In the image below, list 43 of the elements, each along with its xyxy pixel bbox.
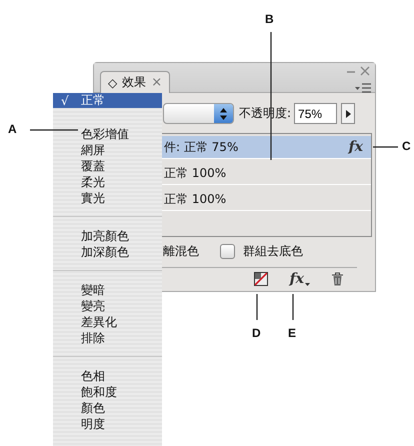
menu-item[interactable]: √ 正常: [53, 93, 162, 108]
close-icon[interactable]: [360, 66, 370, 76]
blend-mode-dropdown[interactable]: [163, 103, 234, 124]
option-label: 群組去底色: [243, 242, 303, 260]
leader-line: [372, 146, 399, 148]
callout-letter: B: [265, 12, 274, 26]
menu-item[interactable]: 加深顏色: [53, 244, 162, 260]
menu-item[interactable]: 排除: [53, 330, 162, 346]
callout-letter: A: [8, 122, 17, 136]
opacity-slider-button[interactable]: [341, 103, 356, 124]
menu-item[interactable]: 顏色: [53, 400, 162, 416]
triangle-icon: [346, 110, 351, 118]
leader-line: [29, 129, 79, 131]
leader-line: [292, 293, 294, 321]
trash-icon[interactable]: [332, 272, 343, 286]
menu-item[interactable]: 明度: [53, 416, 162, 432]
tab-label: 效果: [122, 74, 146, 91]
clear-effects-icon[interactable]: [254, 272, 268, 286]
stepper-icon: [220, 108, 227, 120]
panel-tab[interactable]: ◇ 效果 ×: [100, 71, 170, 93]
option-label: 離混色: [163, 242, 199, 260]
caret-icon: [305, 283, 310, 288]
menu-item[interactable]: 色相: [53, 368, 162, 384]
menu-item[interactable]: 飽和度: [53, 384, 162, 400]
menu-item[interactable]: 差異化: [53, 314, 162, 330]
tab-close-button[interactable]: ×: [151, 75, 162, 90]
row-label: 正常 100%: [164, 164, 228, 182]
check-mark: √: [61, 94, 69, 108]
menu-item[interactable]: 變暗: [53, 282, 162, 298]
callout-letter: E: [288, 326, 296, 340]
row-label: 正常 100%: [164, 190, 228, 208]
fx-button[interactable]: fx: [290, 271, 310, 288]
callout-letter: D: [252, 326, 261, 340]
checkbox[interactable]: [220, 244, 235, 259]
leader-line: [256, 293, 258, 321]
fx-label: fx: [348, 139, 363, 155]
panel-menu-icon[interactable]: [355, 83, 371, 93]
opacity-field[interactable]: 75%: [294, 103, 338, 124]
menu-item[interactable]: 變亮: [53, 298, 162, 314]
callout-letter: C: [402, 139, 411, 153]
tab-icon: ◇: [108, 76, 118, 90]
menu-item[interactable]: 加亮顏色: [53, 228, 162, 244]
row-label: 件: 正常 75%: [164, 138, 240, 156]
